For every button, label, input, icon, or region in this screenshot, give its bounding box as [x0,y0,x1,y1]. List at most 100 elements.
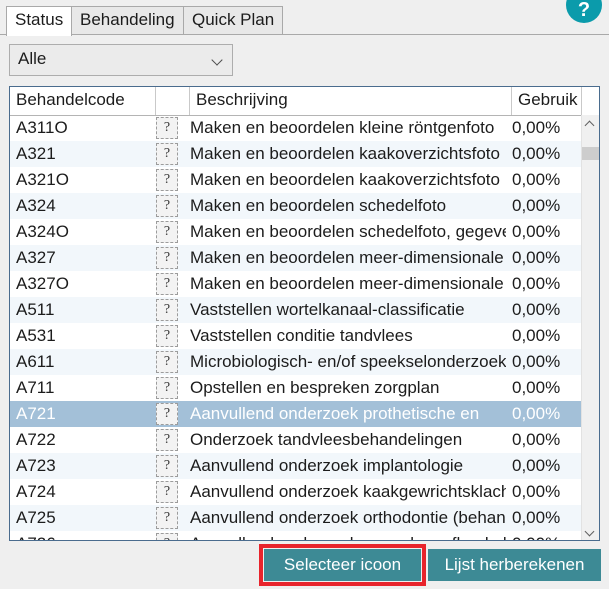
question-mark-placeholder-icon[interactable]: ? [156,455,178,477]
cell-gebruik: 0,00% [512,404,561,423]
question-mark-placeholder-icon[interactable]: ? [156,377,178,399]
chevron-down-icon [213,56,222,65]
cell-behandelcode: A324O [16,222,69,241]
cell-behandelcode: A723 [16,456,56,475]
cell-beschrijving: Maken en beoordelen meer-dimensionale ka… [190,274,506,293]
cell-beschrijving: Maken en beoordelen meer-dimensionale ka… [190,248,506,267]
cell-behandelcode: A724 [16,482,56,501]
question-mark-placeholder-icon[interactable]: ? [156,351,178,373]
cell-behandelcode: A611 [16,352,55,371]
question-mark-placeholder-icon[interactable]: ? [156,273,178,295]
cell-gebruik: 0,00% [512,456,561,475]
question-mark-glyph: ? [156,299,178,321]
cell-behandelcode: A327 [16,248,56,267]
question-mark-glyph: ? [156,221,178,243]
question-mark-glyph: ? [156,403,178,425]
question-mark-glyph: ? [156,195,178,217]
cell-gebruik: 0,00% [512,352,561,371]
cell-gebruik: 0,00% [512,378,561,397]
question-mark-glyph: ? [156,273,178,295]
question-mark-placeholder-icon[interactable]: ? [156,533,178,540]
question-mark-placeholder-icon[interactable]: ? [156,247,178,269]
cell-behandelcode: A531 [16,326,56,345]
cell-gebruik: 0,00% [512,274,561,293]
cell-gebruik: 0,00% [512,196,561,215]
filter-dropdown-value: Alle [18,49,47,68]
table-row[interactable]: A324O? Maken en beoordelen schedelfoto, g… [10,219,582,245]
question-mark-placeholder-icon[interactable]: ? [156,403,178,425]
table-row[interactable]: A711? Opstellen en bespreken zorgplan 0,00… [10,375,582,401]
question-mark-placeholder-icon[interactable]: ? [156,507,178,529]
cell-behandelcode: A711 [16,378,55,397]
table-row[interactable]: A311O? Maken en beoordelen kleine röntgen… [10,115,582,141]
table-row[interactable]: A723? Aanvullend onderzoek implantologie 0… [10,453,582,479]
question-mark-glyph: ? [156,247,178,269]
tab-status[interactable]: Status [6,6,73,36]
cell-beschrijving: Opstellen en bespreken zorgplan [190,378,440,397]
cell-behandelcode: A311O [16,118,68,137]
question-mark-placeholder-icon[interactable]: ? [156,169,178,191]
scrollbar-thumb[interactable] [582,147,599,160]
cell-behandelcode: A324 [16,196,56,215]
question-mark-placeholder-icon[interactable]: ? [156,143,178,165]
cell-behandelcode: A722 [16,430,56,449]
cell-gebruik: 0,00% [512,430,561,449]
table-row[interactable]: A511? Vaststellen wortelkanaal-classifica… [10,297,582,323]
select-icon-button[interactable]: Selecteer icoon [264,549,421,581]
table-row[interactable]: A324? Maken en beoordelen schedelfoto 0,00… [10,193,582,219]
table-row[interactable]: A321O? Maken en beoordelen kaakoverzichts… [10,167,582,193]
column-header-icon[interactable] [156,87,190,115]
table-row[interactable]: A721? Aanvullend onderzoek prothetische e… [10,401,582,427]
question-mark-glyph: ? [156,325,178,347]
question-mark-glyph: ? [156,533,178,540]
table-row[interactable]: A724? Aanvullend onderzoek kaakgewrichtsk… [10,479,582,505]
cell-gebruik: 0,00% [512,482,561,501]
scroll-up-button[interactable] [582,115,599,132]
grid-body: A311O? Maken en beoordelen kleine röntgen… [10,115,582,540]
question-mark-glyph: ? [156,455,178,477]
column-header-desc[interactable]: Beschrijving [190,87,512,115]
table-row[interactable]: A321? Maken en beoordelen kaakoverzichtsf… [10,141,582,167]
treatment-code-grid: Behandelcode Beschrijving Gebruik A311O? Ma… [9,86,600,541]
tab-quick-plan[interactable]: Quick Plan [183,6,284,34]
cell-behandelcode: A511 [16,300,55,319]
recalculate-list-button[interactable]: Lijst herberekenen [428,549,601,581]
table-row[interactable]: A531? Vaststellen conditie tandvlees 0,00% [10,323,582,349]
table-row[interactable]: A327O? Maken en beoordelen meer-dimension… [10,271,582,297]
tab-behandeling[interactable]: Behandeling [71,6,184,34]
filter-dropdown[interactable]: Alle [9,44,233,76]
cell-behandelcode: A726 [16,531,146,540]
cell-beschrijving: Aanvullend onderzoek implantologie [190,456,464,475]
question-mark-placeholder-icon[interactable]: ? [156,221,178,243]
table-row[interactable]: A725? Aanvullend onderzoek orthodontie (b… [10,505,582,531]
column-header-use[interactable]: Gebruik [512,87,582,115]
grid-header-row: Behandelcode Beschrijving Gebruik [10,87,599,116]
tab-bar: Status Behandeling Quick Plan [0,6,609,36]
cell-gebruik: 0,00% [512,170,561,189]
question-mark-placeholder-icon[interactable]: ? [156,481,178,503]
question-mark-glyph: ? [156,169,178,191]
chevron-down-icon [586,528,593,535]
cell-gebruik: 0,00% [512,144,561,163]
cell-gebruik: 0,00% [512,248,561,267]
application-window: ? Status Behandeling Quick Plan Alle Behan… [0,0,609,589]
cell-beschrijving: Aanvullend onderzoek orthodontie (behand… [190,508,506,527]
cell-beschrijving: Onderzoek tandvleesbehandelingen [190,430,463,449]
scroll-down-button[interactable] [582,523,599,540]
table-row[interactable]: A611? Microbiologisch- en/of speekselonde… [10,349,582,375]
question-mark-placeholder-icon[interactable]: ? [156,325,178,347]
question-mark-placeholder-icon[interactable]: ? [156,429,178,451]
cell-behandelcode: A321O [16,170,69,189]
cell-beschrijving: Maken en beoordelen schedelfoto, gegeven… [190,222,506,241]
cell-beschrijving: Microbiologisch- en/of speekselonderzoek [190,352,506,371]
question-mark-glyph: ? [156,351,178,373]
table-row[interactable]: A726? Aanvullend onderzoek naar slaapafha… [10,531,582,540]
table-row[interactable]: A722? Onderzoek tandvleesbehandelingen 0,0… [10,427,582,453]
column-header-code[interactable]: Behandelcode [10,87,156,115]
tab-bar-underline [0,34,609,35]
question-mark-placeholder-icon[interactable]: ? [156,299,178,321]
question-mark-placeholder-icon[interactable]: ? [156,117,178,139]
table-row[interactable]: A327? Maken en beoordelen meer-dimensiona… [10,245,582,271]
grid-vertical-scrollbar[interactable] [581,115,599,540]
question-mark-placeholder-icon[interactable]: ? [156,195,178,217]
